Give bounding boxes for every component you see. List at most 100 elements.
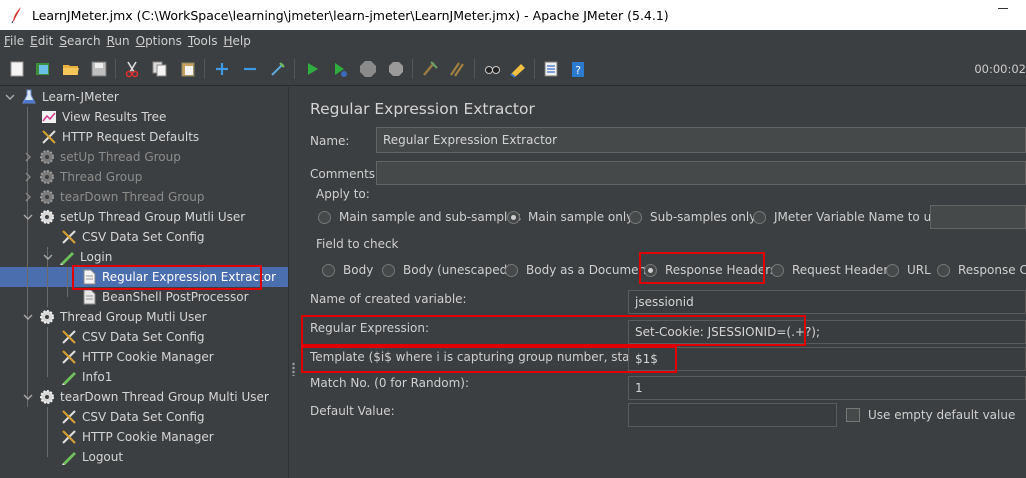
field-body-unescaped[interactable]: Body (unescaped) [382,263,512,277]
tree-item-view-results-tree[interactable]: View Results Tree [40,107,166,127]
template-label: Template ($i$ where i is capturing group… [310,350,682,364]
wrench-icon [40,128,58,146]
tree-item-info1[interactable]: Info1 [60,367,112,387]
default-value-label: Default Value: [310,404,395,418]
apply-to-main-and-sub[interactable]: Main sample and sub-samples [318,210,521,224]
new-icon[interactable] [6,58,28,80]
menu-edit[interactable]: Edit [30,34,53,48]
clear-all-icon[interactable] [447,58,469,80]
chevron-right-icon[interactable] [22,151,34,163]
paste-icon[interactable] [177,58,199,80]
open-icon[interactable] [60,58,82,80]
elapsed-timer: 00:00:02 [974,62,1026,76]
ref-name-input[interactable]: jsessionid [628,290,1026,314]
tree-item-http-request-defaults[interactable]: HTTP Request Defaults [40,127,199,147]
flask-icon [20,88,38,106]
tree-item-thread-group-multi-user[interactable]: Thread Group Mutli User [22,307,207,327]
menu-bar: File Edit Search Run Options Tools Help [0,30,1026,52]
stop-icon[interactable] [357,58,379,80]
tree-item-http-cookie-manager[interactable]: HTTP Cookie Manager [60,347,214,367]
chevron-right-icon[interactable] [22,171,34,183]
field-body-as-document[interactable]: Body as a Document [505,263,651,277]
use-empty-default-checkbox[interactable]: Use empty default value [846,408,1015,422]
tree-item-regular-expression-extractor[interactable]: Regular Expression Extractor [80,267,276,287]
chevron-down-icon[interactable] [22,211,34,223]
field-response-headers[interactable]: Response Headers [644,263,776,277]
match-no-input[interactable]: 1 [628,376,1026,400]
tree-item-http-cookie-manager-2[interactable]: HTTP Cookie Manager [60,427,214,447]
clear-icon[interactable] [419,58,441,80]
tree-item-teardown-thread-group-multi-user[interactable]: tearDown Thread Group Multi User [22,387,269,407]
menu-search[interactable]: Search [59,34,100,48]
start-no-pause-icon[interactable] [329,58,351,80]
chevron-down-icon[interactable] [22,391,34,403]
menu-options[interactable]: Options [136,34,182,48]
copy-icon[interactable] [149,58,171,80]
function-helper-icon[interactable] [540,58,562,80]
chevron-right-icon[interactable] [22,191,34,203]
gear-icon [38,208,56,226]
field-to-check-label: Field to check [316,237,399,251]
comments-input[interactable] [376,161,1026,185]
tree-item-setup-thread-group[interactable]: setUp Thread Group [22,147,181,167]
default-value-input[interactable] [628,403,837,427]
title-bar: LearnJMeter.jmx (C:\WorkSpace\learning\j… [0,0,1026,30]
field-body[interactable]: Body [322,263,373,277]
name-input[interactable]: Regular Expression Extractor [376,127,1026,153]
window-title: LearnJMeter.jmx (C:\WorkSpace\learning\j… [32,7,669,23]
regex-extractor-panel: Regular Expression Extractor Name: Regul… [298,87,1026,478]
tree-item-setup-thread-group-multi-user[interactable]: setUp Thread Group Mutli User [22,207,245,227]
name-label: Name: [310,134,350,148]
pen-icon [60,448,78,466]
tree-item-csv-data-set-config[interactable]: CSV Data Set Config [60,227,205,247]
comments-label: Comments: [310,167,380,181]
help-icon[interactable]: ? [567,58,589,80]
chart-icon [40,108,58,126]
wrench-icon [60,328,78,346]
save-icon[interactable] [88,58,110,80]
split-pane-divider[interactable] [288,87,298,478]
field-url[interactable]: URL [886,263,931,277]
apply-to-main-only[interactable]: Main sample only [507,210,633,224]
menu-help[interactable]: Help [224,34,251,48]
expand-icon[interactable] [211,58,233,80]
menu-file[interactable]: File [4,34,24,48]
chevron-down-icon[interactable] [42,251,54,263]
jmeter-feather-icon [8,6,26,24]
menu-run[interactable]: Run [107,34,130,48]
chevron-down-icon[interactable] [4,91,16,103]
minimize-button[interactable] [998,8,1008,9]
regex-input[interactable]: Set-Cookie: JSESSIONID=(.+?); [628,320,1026,344]
tree-item-logout[interactable]: Logout [60,447,123,467]
apply-to-jmeter-variable[interactable]: JMeter Variable Name to use [753,210,945,224]
gear-icon [38,308,56,326]
apply-to-sub-only[interactable]: Sub-samples only [629,210,756,224]
panel-title: Regular Expression Extractor [310,100,535,118]
tree-item-csv-data-set-config-2[interactable]: CSV Data Set Config [60,327,205,347]
ref-name-label: Name of created variable: [310,292,467,306]
tree-item-teardown-thread-group[interactable]: tearDown Thread Group [22,187,205,207]
regex-label: Regular Expression: [310,321,430,335]
templates-icon[interactable] [32,58,54,80]
tree-item-login[interactable]: Login [42,247,112,267]
tree-item-beanshell-postprocessor[interactable]: BeanShell PostProcessor [80,287,249,307]
tree-item-csv-data-set-config-3[interactable]: CSV Data Set Config [60,407,205,427]
tree-item-test-plan[interactable]: Learn-JMeter [4,87,119,107]
start-icon[interactable] [301,58,323,80]
collapse-icon[interactable] [239,58,261,80]
tree-item-thread-group[interactable]: Thread Group [22,167,142,187]
search-icon[interactable] [481,58,503,80]
menu-tools[interactable]: Tools [188,34,218,48]
reset-search-icon[interactable] [507,58,529,80]
field-response-code[interactable]: Response Co [937,263,1026,277]
field-request-headers[interactable]: Request Headers [771,263,895,277]
jmeter-variable-input[interactable] [930,205,1026,229]
shutdown-icon[interactable] [385,58,407,80]
template-input[interactable]: $1$ [628,347,1026,371]
chevron-down-icon[interactable] [22,311,34,323]
cut-icon[interactable] [121,58,143,80]
match-no-label: Match No. (0 for Random): [310,376,470,390]
toggle-icon[interactable] [267,58,289,80]
wrench-icon [60,228,78,246]
gear-icon [38,148,56,166]
